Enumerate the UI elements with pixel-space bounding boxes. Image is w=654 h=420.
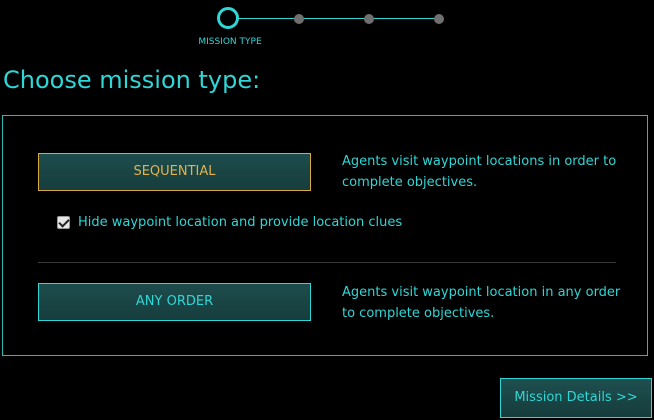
stepper-track xyxy=(236,18,443,19)
any-order-description: Agents visit waypoint location in any or… xyxy=(342,285,621,321)
any-order-button[interactable]: ANY ORDER xyxy=(38,283,311,321)
step-label: MISSION TYPE xyxy=(198,37,262,47)
step-3-dot xyxy=(364,14,374,24)
divider xyxy=(38,262,616,263)
step-4-dot xyxy=(434,14,444,24)
page-title: Choose mission type: xyxy=(3,66,261,94)
mission-type-screen: MISSION TYPE Choose mission type: SEQUEN… xyxy=(0,0,654,420)
sequential-button[interactable]: SEQUENTIAL xyxy=(38,153,311,191)
step-2-dot xyxy=(294,14,304,24)
hide-waypoint-checkbox[interactable] xyxy=(57,216,70,229)
check-icon xyxy=(58,216,70,228)
progress-stepper: MISSION TYPE xyxy=(0,0,654,50)
hide-waypoint-label: Hide waypoint location and provide locat… xyxy=(78,215,403,230)
sequential-description: Agents visit waypoint locations in order… xyxy=(342,154,617,190)
step-mission-type-active xyxy=(217,7,239,29)
mission-details-button[interactable]: Mission Details >> xyxy=(500,378,652,418)
